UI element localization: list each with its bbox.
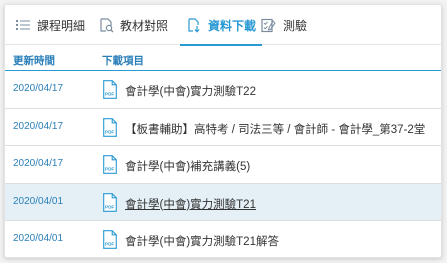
tab-quiz[interactable]: 測驗	[261, 5, 307, 45]
table-row[interactable]: 2020/04/17 PDF 會計學(中會)實力測驗T22	[5, 71, 441, 109]
tab-course-details[interactable]: 課程明細	[15, 5, 85, 45]
tab-materials[interactable]: 教材對照	[98, 5, 168, 45]
table-row[interactable]: 2020/04/17 PDF 會計學(中會)補充講義(5)	[5, 146, 441, 184]
svg-text:PDF: PDF	[105, 129, 114, 134]
svg-text:PDF: PDF	[105, 204, 114, 209]
table-row[interactable]: 2020/04/17 PDF 【板書輔助】高特考 / 司法三等 / 會計師 - …	[5, 109, 441, 146]
download-link[interactable]: 【板書輔助】高特考 / 司法三等 / 會計師 - 會計學_第37-2堂	[125, 121, 425, 137]
table-header: 更新時間 下載項目	[5, 45, 441, 71]
table-row-highlighted[interactable]: 2020/04/01 PDF 會計學(中會)實力測驗T21	[5, 183, 441, 221]
quiz-icon	[261, 17, 277, 33]
svg-text:PDF: PDF	[105, 242, 114, 247]
column-header-item: 下載項目	[102, 55, 144, 67]
table-row[interactable]: 2020/04/01 PDF 會計學(中會)實力測驗T21解答	[5, 221, 441, 257]
pdf-file-icon: PDF	[103, 80, 117, 99]
book-search-icon	[98, 17, 114, 33]
list-icon	[15, 17, 31, 33]
tab-label: 測驗	[283, 18, 308, 33]
download-link[interactable]: 會計學(中會)實力測驗T21解答	[125, 233, 279, 249]
tab-label: 教材對照	[120, 18, 169, 33]
column-header-date: 更新時間	[13, 55, 55, 67]
svg-text:PDF: PDF	[105, 167, 114, 172]
download-panel: 課程明細 教材對照 資料下載 測驗 更新時間 下載項目 2020/04/17 P…	[4, 4, 442, 258]
row-date: 2020/04/17	[13, 120, 64, 132]
download-link[interactable]: 會計學(中會)實力測驗T22	[125, 83, 256, 99]
download-link[interactable]: 會計學(中會)補充講義(5)	[125, 158, 250, 174]
tab-bar: 課程明細 教材對照 資料下載 測驗	[5, 5, 441, 46]
tab-label: 課程明細	[37, 18, 86, 33]
tab-downloads[interactable]: 資料下載	[179, 5, 263, 46]
pdf-file-icon: PDF	[103, 117, 117, 137]
pdf-file-icon: PDF	[103, 192, 117, 212]
row-date: 2020/04/01	[13, 233, 64, 244]
download-doc-icon	[186, 17, 202, 33]
pdf-file-icon: PDF	[103, 230, 117, 249]
download-link[interactable]: 會計學(中會)實力測驗T21	[125, 196, 256, 212]
row-date: 2020/04/17	[13, 158, 64, 169]
row-date: 2020/04/17	[13, 83, 64, 94]
tab-label: 資料下載	[208, 18, 257, 33]
row-date: 2020/04/01	[13, 195, 64, 207]
svg-text:PDF: PDF	[105, 92, 114, 97]
pdf-file-icon: PDF	[103, 155, 117, 174]
